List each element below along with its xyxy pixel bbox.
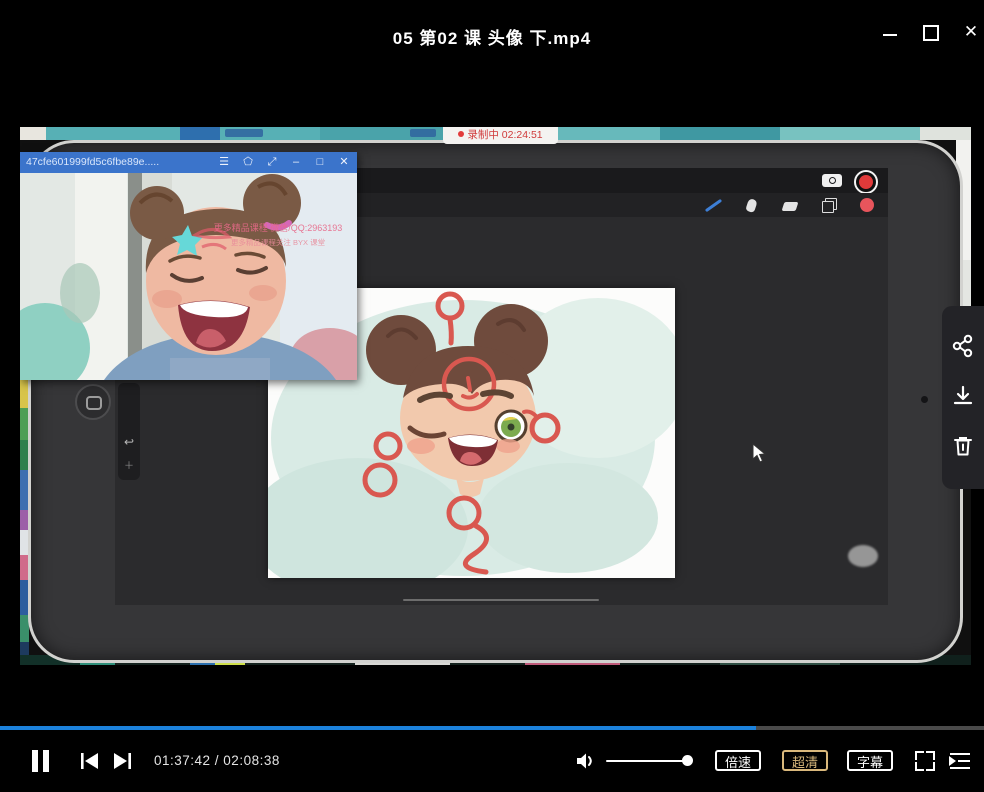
maximize-icon [923,25,939,41]
download-icon[interactable] [951,384,975,408]
child-photo-illustration: 更多精品课程 微信/QQ:2963193 更多精品课程关注 BYX 课堂 [20,173,357,380]
minimize-button[interactable] [880,22,902,42]
reference-window-titlebar[interactable]: 47cfe601999fd5c6fbe89e..... ☰ ⬠ ⤢ – □ ✕ [20,152,357,173]
recording-badge-label: 录制中 02:24:51 [467,129,542,141]
mouse-cursor [752,443,766,463]
undo-icon[interactable]: ↩ [118,435,140,449]
layers-icon[interactable] [821,197,838,214]
video-side-panel [942,306,984,489]
photo-watermark-line1: 更多精品课程 微信/QQ:2963193 [214,222,343,233]
home-indicator [403,599,599,601]
time-display: 01:37:42 / 02:08:38 [154,753,280,768]
window-title: 05 第02 课 头像 下.mp4 [0,24,984,49]
desktop-blob [225,129,263,137]
tablet-home-button [75,384,111,420]
brush-size-slider[interactable]: ↩ ＋ [118,383,140,480]
fullscreen-button[interactable] [915,751,935,771]
reference-photo: 更多精品课程 微信/QQ:2963193 更多精品课程关注 BYX 课堂 [20,173,357,380]
playlist-arrow-icon [948,756,957,766]
color-swatch-icon[interactable] [859,197,876,214]
previous-button[interactable] [80,752,102,770]
speed-button[interactable]: 倍速 [715,750,761,771]
seek-bar-played[interactable] [0,726,756,730]
eraser-tool-icon[interactable] [781,197,798,214]
next-button[interactable] [110,752,132,770]
trash-icon[interactable] [951,434,975,458]
reference-photo-window[interactable]: 47cfe601999fd5c6fbe89e..... ☰ ⬠ ⤢ – □ ✕ [20,152,357,380]
seek-bar[interactable] [0,726,984,730]
volume-slider[interactable] [606,760,688,762]
ref-menu-icon[interactable]: ☰ [213,152,235,173]
ref-minimize-icon[interactable]: – [285,152,307,173]
video-frame[interactable]: ↩ ＋ 录制中 02:24:51 47cfe601999fd5c6fbe89e.… [20,127,971,665]
share-icon[interactable] [951,334,975,358]
ref-expand-icon[interactable]: ⤢ [261,152,283,173]
ref-close-icon[interactable]: ✕ [333,152,355,173]
photo-watermark-line2: 更多精品课程关注 BYX 课堂 [231,237,326,247]
pause-button[interactable] [30,750,52,772]
subtitles-button[interactable]: 字幕 [847,750,893,771]
desktop-blob [410,129,436,137]
record-button-icon [854,170,878,194]
reference-window-title: 47cfe601999fd5c6fbe89e..... [26,152,159,173]
brush-tool-icon[interactable] [703,197,720,214]
plus-icon[interactable]: ＋ [118,457,140,472]
playlist-button[interactable] [948,752,970,770]
ref-shape-icon[interactable]: ⬠ [237,152,259,173]
smudge-tool-icon[interactable] [743,197,760,214]
close-button[interactable]: ✕ [960,22,982,42]
ref-maximize-icon[interactable]: □ [309,152,331,173]
stylus-cursor-blob [848,545,878,567]
video-player-window: 05 第02 课 头像 下.mp4 ✕ [0,0,984,792]
volume-handle[interactable] [682,755,693,766]
maximize-button[interactable] [920,22,942,42]
volume-icon[interactable] [575,751,597,771]
tablet-camera-dot [921,396,928,403]
recording-dot-icon [458,131,464,137]
minimize-icon [883,34,897,36]
quality-button[interactable]: 超清 [782,750,828,771]
recording-badge: 录制中 02:24:51 [443,127,558,144]
camera-icon [822,174,842,187]
